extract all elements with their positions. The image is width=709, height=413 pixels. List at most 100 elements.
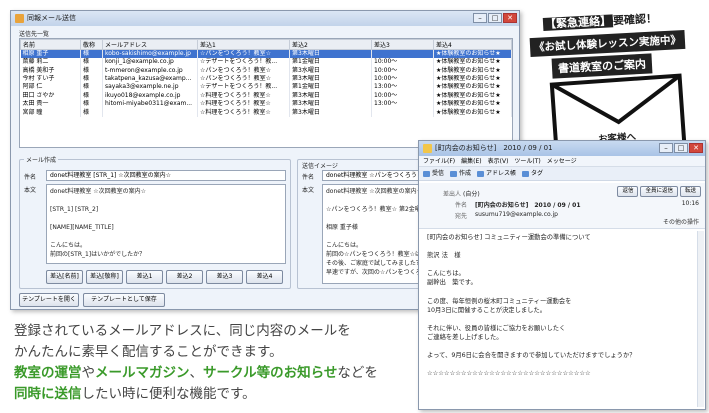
reply-button-row: 返信 全員に返信 転送 (617, 186, 701, 197)
preview-label: 送信イメージ (302, 163, 338, 170)
table-cell: 相原 重子 (20, 49, 81, 58)
open-template-button[interactable]: テンプレートを開く (19, 293, 79, 307)
table-cell: 13:00〜 (371, 99, 434, 109)
table-cell: 様 (80, 49, 103, 58)
main-window-title: 同報メール送信 (27, 14, 76, 22)
compose-body-line: こんにちは。 (50, 242, 87, 249)
mail-menu-item[interactable]: ツール(T) (514, 156, 540, 166)
other-actions-link[interactable]: その他の操作 (663, 217, 699, 226)
table-cell: 第3木曜日 (289, 99, 372, 109)
compose-body-line: [STR_1] [STR_2] (50, 206, 99, 213)
mail-body-line: 副幹出 築です。 (427, 279, 477, 287)
table-cell: 様 (80, 99, 103, 109)
column-header[interactable]: メールアドレス (102, 39, 198, 50)
mail-body-line: それに伴い、役員の皆様にご協力をお願いしたく (427, 324, 566, 332)
table-cell: ikuyo018@example.co.jp (102, 91, 198, 100)
banner-line1: 【緊急連絡】要確認！ (539, 8, 661, 34)
compose-subject-label: 件名 (24, 174, 37, 181)
mail-toolbar-button[interactable]: タグ (522, 167, 543, 180)
column-header[interactable]: 名前 (20, 39, 81, 50)
mail-body-line (427, 315, 689, 324)
insert-button[interactable]: 差込4 (246, 270, 283, 284)
insert-button[interactable]: 差込1 (126, 270, 163, 284)
table-cell: 第3木曜日 (289, 91, 372, 100)
table-cell: ★体験教室のお知らせ★ (433, 83, 512, 92)
save-template-button[interactable]: テンプレートとして保存 (83, 293, 165, 307)
table-cell: 様 (80, 108, 103, 117)
column-header[interactable]: 差込2 (289, 39, 372, 50)
table-cell: ☆料理をつくろう！教室☆ (197, 91, 290, 100)
insert-button[interactable]: 差込[敬称] (86, 270, 123, 284)
table-cell (371, 49, 434, 58)
mail-close-button[interactable]: ✕ (689, 143, 703, 153)
maximize-button[interactable]: □ (488, 13, 502, 23)
table-row[interactable]: 高橋 美和子様 t-mmeron@example.co.jp ☆パンをつくろう！教室… (20, 66, 512, 75)
table-cell: ★体験教室のお知らせ★ (433, 49, 512, 58)
mail-window-title: [町内会のお知らせ] 2010 / 09 / 01 (435, 144, 553, 152)
mail-maximize-button[interactable]: □ (674, 143, 688, 153)
insert-button[interactable]: 差込2 (166, 270, 203, 284)
caption-line4-text: したい時に便利な機能です。 (81, 386, 256, 402)
reply-button[interactable]: 全員に返信 (640, 186, 678, 197)
recipients-table-frame: 名前 敬称 メールアドレス 差込1 差込2 差込3 差込4 相原 重子様 kobo-sakis… (19, 38, 513, 148)
insert-button[interactable]: 差込[名前] (46, 270, 83, 284)
mail-menu-item[interactable]: ファイル(F) (423, 156, 455, 166)
table-cell: 第3木曜日 (289, 49, 372, 58)
compose-body-line (50, 232, 282, 241)
reply-button[interactable]: 返信 (617, 186, 639, 197)
caption-line1: 登録されているメールアドレスに、同じ内容のメールを (14, 321, 378, 342)
table-row[interactable]: 斎藤 莉二様 konji_1@example.co.jp ☆デザートをつくろう！教.… (20, 58, 512, 67)
mail-to-label: 宛先 (455, 213, 468, 220)
compose-body-textarea[interactable]: donet料理教室 ☆次回教室の案内☆ [STR_1] [STR_2] [NAME]… (46, 184, 286, 264)
mail-menu-item[interactable]: 表示(V) (488, 156, 509, 166)
mail-scrollbar[interactable] (697, 231, 704, 407)
compose-body-line (50, 214, 282, 223)
from-label: 差出人 (443, 191, 462, 198)
preview-body-label: 本文 (302, 187, 315, 194)
mail-body-line: ☆☆☆☆☆☆☆☆☆☆☆☆☆☆☆☆☆☆☆☆☆☆☆☆☆☆☆☆☆ (427, 370, 591, 378)
mail-subject-label: 件名 (455, 202, 468, 209)
mail-app-icon (423, 144, 432, 153)
mail-body-line: 熊沢 法 様 (427, 252, 461, 260)
minimize-button[interactable]: – (473, 13, 487, 23)
table-cell: ☆パンをつくろう！教室☆ (197, 66, 290, 75)
recipients-table-body: 相原 重子様 kobo-sakishimo@example.jp ☆パンをつくろう！… (20, 49, 512, 117)
table-row[interactable]: 今村 すい子様 takatpena_kazusa@examp... ☆パンをつくろう… (20, 74, 512, 84)
compose-body-line: 前回の[STR_1]はいかがでしたか？ (50, 251, 146, 258)
mail-toolbar-button[interactable]: 受信 (423, 167, 444, 180)
mail-time: 10:16 (681, 200, 699, 207)
table-cell: 様 (80, 66, 103, 75)
table-cell: ☆デザートをつくろう！教... (197, 83, 290, 92)
column-header[interactable]: 差込4 (433, 39, 512, 50)
table-cell: 第1金曜日 (289, 58, 372, 67)
mail-menu-item[interactable]: メッセージ (547, 156, 577, 166)
compose-body-line (50, 196, 282, 205)
caption-line4: 同時に送信したい時に便利な機能です。 (14, 384, 378, 405)
compose-subject-input[interactable]: donet料理教室 [STR_1] ☆次回教室の案内☆ (46, 170, 286, 181)
mail-menubar: ファイル(F) 編集(E) 表示(V) ツール(T) メッセージ (419, 156, 705, 167)
table-cell: 高橋 美和子 (20, 66, 81, 75)
mail-minimize-button[interactable]: – (659, 143, 673, 153)
table-cell (102, 108, 198, 117)
mail-toolbar-button[interactable]: 作成 (450, 167, 471, 180)
table-row[interactable]: 太田 貴一様 hitomi-miyabe0311@exam... ☆料理をつくろう！… (20, 99, 512, 109)
table-row[interactable]: 田口 さやか様 ikuyo018@example.co.jp ☆料理をつくろう！教室… (20, 91, 512, 100)
column-header[interactable]: 敬称 (80, 39, 103, 50)
column-header[interactable]: 差込3 (371, 39, 434, 50)
table-cell: 様 (80, 83, 103, 92)
mail-menu-item[interactable]: 編集(E) (461, 156, 481, 166)
caption-line2-text: かんたんに素早く配信することができます。 (14, 344, 283, 360)
table-row[interactable]: 阿部 仁様 sayaka3@example.ne.jp ☆デザートをつくろう！教..… (20, 83, 512, 92)
from-value: (自分) (463, 191, 480, 198)
insert-button[interactable]: 差込3 (206, 270, 243, 284)
column-header[interactable]: 差込1 (197, 39, 290, 50)
table-row[interactable]: 宮部 瞳様 ☆料理をつくろう！教室☆ 第3木曜日 ★体験教室のお知らせ★ (20, 108, 512, 117)
caption-highlight-circle: サークル等のお知らせ (203, 365, 338, 381)
recipients-label: 送信先一覧 (19, 31, 50, 38)
mail-toolbar-label: 作成 (459, 170, 472, 177)
close-button[interactable]: ✕ (503, 13, 517, 23)
mail-body-line (427, 342, 689, 351)
table-row[interactable]: 相原 重子様 kobo-sakishimo@example.jp ☆パンをつくろう！… (20, 49, 512, 58)
mail-toolbar-button[interactable]: アドレス帳 (477, 167, 516, 180)
reply-button[interactable]: 転送 (679, 186, 701, 197)
